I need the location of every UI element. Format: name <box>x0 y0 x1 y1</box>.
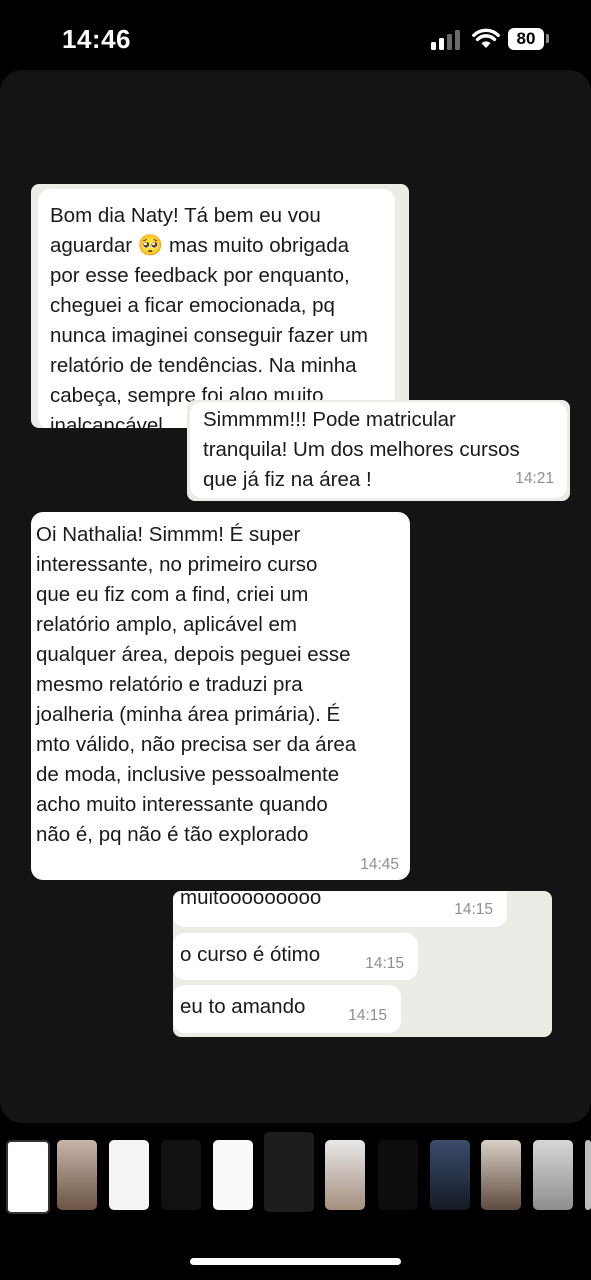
message-text: eu to amando <box>180 995 306 1018</box>
thumbnail-7[interactable] <box>325 1140 365 1210</box>
thumbnail-10[interactable] <box>481 1140 521 1210</box>
battery-tip <box>546 34 549 43</box>
sent-message-text: Simmmm!!! Pode matricular tranquila! Um … <box>203 408 520 491</box>
message-text: muitooooooooo <box>180 891 322 909</box>
content-panel: Bom dia Naty! Tá bem eu vou aguardar 🥺 m… <box>0 70 591 1123</box>
thumbnail-8[interactable] <box>378 1140 418 1210</box>
home-indicator[interactable] <box>190 1258 401 1265</box>
thumbnail-strip <box>0 1130 591 1220</box>
thumbnail-9[interactable] <box>430 1140 470 1210</box>
message-text: o curso é ótimo <box>180 943 321 966</box>
thumbnail-3[interactable] <box>109 1140 149 1210</box>
thumbnail-4[interactable] <box>161 1140 201 1210</box>
thumbnail-11[interactable] <box>533 1140 573 1210</box>
sent-message-time: 14:21 <box>515 470 554 487</box>
thumbnail-2[interactable] <box>57 1140 97 1210</box>
message-time: 14:15 <box>348 1007 387 1024</box>
sent-message: Simmmm!!! Pode matricular tranquila! Um … <box>190 402 567 498</box>
wifi-icon <box>472 28 500 48</box>
message-time: 14:15 <box>454 901 493 918</box>
cellular-signal-icon <box>431 30 463 50</box>
thumbnail-6[interactable] <box>264 1132 314 1212</box>
thumbnail-12[interactable] <box>585 1140 591 1210</box>
message-bubble: eu to amando 14:15 <box>173 985 401 1033</box>
thumbnail-5[interactable] <box>213 1140 253 1210</box>
main-message-time: 14:45 <box>360 856 399 873</box>
chat-screenshot-2: muitooooooooo 14:15 o curso é ótimo 14:1… <box>173 891 552 1037</box>
chat-screenshot-1: Bom dia Naty! Tá bem eu vou aguardar 🥺 m… <box>31 184 409 428</box>
received-message-text: Bom dia Naty! Tá bem eu vou aguardar 🥺 m… <box>50 204 368 428</box>
message-time: 14:15 <box>365 955 404 972</box>
message-bubble: muitooooooooo 14:15 <box>173 891 507 927</box>
status-bar: 14:46 80 <box>0 0 591 70</box>
battery-icon: 80 <box>508 28 544 50</box>
received-message: Bom dia Naty! Tá bem eu vou aguardar 🥺 m… <box>38 189 395 428</box>
thumbnail-1[interactable] <box>6 1140 50 1214</box>
chat-screenshot-1-sent: Simmmm!!! Pode matricular tranquila! Um … <box>187 400 570 501</box>
message-bubble: o curso é ótimo 14:15 <box>173 933 418 980</box>
main-message-text: Oi Nathalia! Simmm! É super interessante… <box>36 523 357 846</box>
main-message-bubble: Oi Nathalia! Simmm! É super interessante… <box>31 512 410 880</box>
status-time: 14:46 <box>62 24 131 54</box>
